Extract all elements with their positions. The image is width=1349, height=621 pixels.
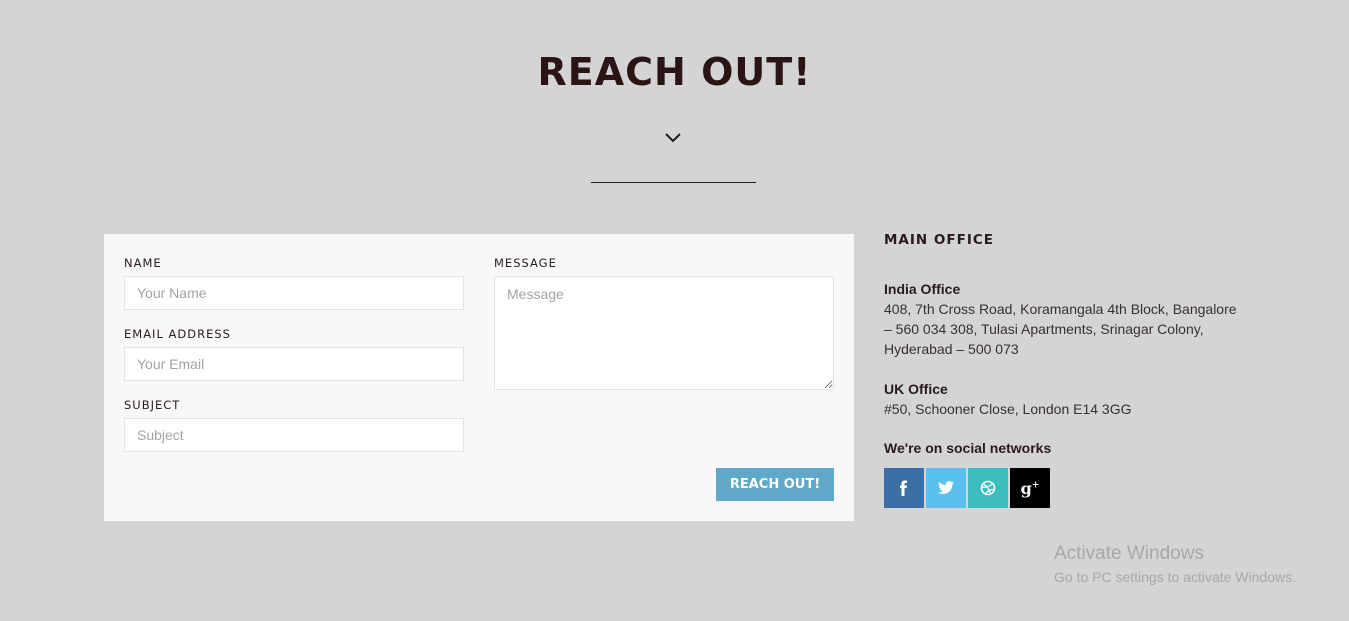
social-links: g+ [884, 468, 1050, 508]
watermark-title: Activate Windows [1054, 543, 1204, 564]
name-label: NAME [124, 256, 162, 270]
contact-form: NAME EMAIL ADDRESS SUBJECT MESSAGE REACH… [104, 234, 854, 521]
uk-office-name: UK Office [884, 381, 948, 397]
dribbble-link[interactable] [968, 468, 1008, 508]
india-office-name: India Office [884, 281, 961, 297]
main-office-panel: MAIN OFFICE India Office 408, 7th Cross … [884, 232, 1244, 508]
twitter-icon [938, 481, 954, 494]
dribbble-icon [980, 480, 996, 496]
main-office-heading: MAIN OFFICE [884, 232, 994, 248]
title-divider [591, 182, 756, 183]
uk-office-address: #50, Schooner Close, London E14 3GG [884, 401, 1132, 417]
email-label: EMAIL ADDRESS [124, 327, 231, 341]
message-label: MESSAGE [494, 256, 557, 270]
subject-input[interactable] [124, 418, 464, 452]
activate-windows-watermark: Activate Windows Go to PC settings to ac… [1054, 543, 1296, 589]
india-office-address: 408, 7th Cross Road, Koramangala 4th Blo… [884, 301, 1237, 357]
email-input[interactable] [124, 347, 464, 381]
subject-label: SUBJECT [124, 398, 181, 412]
facebook-icon [900, 480, 907, 496]
uk-office-block: UK Office #50, Schooner Close, London E1… [884, 379, 1244, 419]
india-office-block: India Office 408, 7th Cross Road, Korama… [884, 279, 1244, 359]
google-plus-icon: g+ [1020, 478, 1040, 498]
message-textarea[interactable] [494, 276, 834, 390]
google-plus-link[interactable]: g+ [1010, 468, 1050, 508]
page-title: REACH OUT! [537, 50, 812, 94]
twitter-link[interactable] [926, 468, 966, 508]
social-heading: We're on social networks [884, 440, 1052, 456]
facebook-link[interactable] [884, 468, 924, 508]
watermark-subtitle: Go to PC settings to activate Windows. [1054, 569, 1296, 585]
name-input[interactable] [124, 276, 464, 310]
chevron-down-icon [665, 133, 681, 143]
reach-out-submit-button[interactable]: REACH OUT! [716, 468, 834, 501]
